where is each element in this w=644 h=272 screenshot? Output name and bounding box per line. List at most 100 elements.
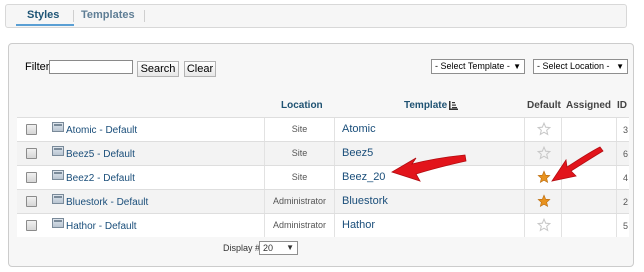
clear-button[interactable]: Clear	[184, 61, 216, 77]
id-text: 3	[622, 125, 628, 135]
assigned-cell	[562, 166, 617, 189]
column-header-template[interactable]: Template	[404, 100, 447, 111]
row-checkbox[interactable]	[26, 220, 37, 231]
template-icon	[52, 146, 64, 156]
tab-separator	[144, 10, 145, 22]
name-cell: Beez5 - Default	[47, 142, 264, 165]
active-tab-indicator	[16, 24, 74, 26]
location-text: Administrator	[272, 196, 326, 206]
name-cell: Hathor - Default	[47, 214, 264, 237]
tab-styles[interactable]: Styles	[27, 9, 59, 23]
id-cell: 5	[617, 214, 629, 237]
template-link[interactable]: Beez5	[342, 147, 373, 159]
location-cell: Administrator	[264, 214, 335, 237]
row-checkbox[interactable]	[26, 148, 37, 159]
location-text: Site	[291, 172, 308, 182]
table-row: Beez2 - Default Site Beez_20 4	[17, 165, 629, 189]
table-row: Hathor - Default Administrator Hathor 5	[17, 213, 629, 237]
column-header-location[interactable]: Location	[281, 100, 323, 111]
id-cell: 2	[617, 190, 629, 213]
template-link[interactable]: Atomic	[342, 123, 376, 135]
table-header: Location Template Default Assigned ID	[17, 97, 629, 117]
sort-icon[interactable]	[449, 101, 458, 110]
select-location-dropdown[interactable]: - Select Location - ▼	[533, 59, 628, 74]
style-name-link[interactable]: Beez2 - Default	[66, 173, 135, 184]
star-off-icon[interactable]	[537, 218, 551, 232]
default-cell	[524, 118, 562, 141]
default-cell	[524, 214, 562, 237]
display-limit-dropdown[interactable]: 20 ▼	[259, 241, 298, 255]
table-row: Atomic - Default Site Atomic 3	[17, 117, 629, 141]
id-cell: 4	[617, 166, 629, 189]
location-cell: Administrator	[264, 190, 335, 213]
display-limit-value: 20	[263, 243, 274, 253]
tab-templates[interactable]: Templates	[81, 9, 135, 23]
style-name-link[interactable]: Beez5 - Default	[66, 149, 135, 160]
default-cell	[524, 142, 562, 165]
template-icon	[52, 122, 64, 132]
default-cell	[524, 190, 562, 213]
styles-table: Location Template Default Assigned ID At…	[17, 97, 629, 237]
id-text: 2	[622, 197, 628, 207]
template-cell: Atomic	[335, 118, 524, 141]
assigned-cell	[562, 118, 617, 141]
display-label: Display #	[223, 243, 261, 253]
template-cell: Hathor	[335, 214, 524, 237]
style-name-link[interactable]: Hathor - Default	[66, 221, 137, 232]
template-link[interactable]: Beez_20	[342, 171, 385, 183]
location-text: Site	[291, 124, 308, 134]
template-icon	[52, 170, 64, 180]
chevron-down-icon: ▼	[616, 62, 624, 71]
name-cell: Bluestork - Default	[47, 190, 264, 213]
checkbox-cell	[17, 118, 47, 141]
assigned-cell	[562, 214, 617, 237]
checkbox-cell	[17, 190, 47, 213]
name-cell: Atomic - Default	[47, 118, 264, 141]
chevron-down-icon: ▼	[513, 62, 521, 71]
star-off-icon[interactable]	[537, 122, 551, 136]
table-row: Bluestork - Default Administrator Bluest…	[17, 189, 629, 213]
column-header-assigned: Assigned	[566, 100, 612, 111]
select-template-dropdown[interactable]: - Select Template - ▼	[431, 59, 525, 74]
location-cell: Site	[264, 166, 335, 189]
location-text: Site	[291, 148, 308, 158]
assigned-cell	[562, 190, 617, 213]
chevron-down-icon: ▼	[286, 243, 294, 252]
id-text: 5	[622, 221, 628, 231]
style-name-link[interactable]: Atomic - Default	[66, 125, 137, 136]
template-cell: Beez5	[335, 142, 524, 165]
template-icon	[52, 218, 64, 228]
location-text: Administrator	[272, 220, 326, 230]
default-cell	[524, 166, 562, 189]
search-button[interactable]: Search	[137, 61, 179, 77]
submenu-bar: Styles Templates	[5, 4, 627, 28]
filter-input[interactable]	[49, 60, 133, 74]
template-icon	[52, 194, 64, 204]
column-header-id[interactable]: ID	[617, 100, 627, 111]
table-row: Beez5 - Default Site Beez5 6	[17, 141, 629, 165]
template-cell: Beez_20	[335, 166, 524, 189]
id-cell: 6	[617, 142, 629, 165]
style-name-link[interactable]: Bluestork - Default	[66, 197, 148, 208]
id-text: 4	[622, 173, 628, 183]
template-link[interactable]: Bluestork	[342, 195, 388, 207]
id-text: 6	[622, 149, 628, 159]
checkbox-cell	[17, 142, 47, 165]
tab-separator	[73, 10, 74, 22]
row-checkbox[interactable]	[26, 172, 37, 183]
row-checkbox[interactable]	[26, 124, 37, 135]
star-off-icon[interactable]	[537, 146, 551, 160]
checkbox-cell	[17, 214, 47, 237]
column-header-default: Default	[527, 100, 561, 111]
star-on-icon[interactable]	[537, 170, 551, 184]
assigned-cell	[562, 142, 617, 165]
select-template-value: - Select Template -	[435, 61, 510, 71]
checkbox-cell	[17, 166, 47, 189]
star-on-icon[interactable]	[537, 194, 551, 208]
id-cell: 3	[617, 118, 629, 141]
template-cell: Bluestork	[335, 190, 524, 213]
location-cell: Site	[264, 118, 335, 141]
row-checkbox[interactable]	[26, 196, 37, 207]
name-cell: Beez2 - Default	[47, 166, 264, 189]
template-link[interactable]: Hathor	[342, 219, 375, 231]
